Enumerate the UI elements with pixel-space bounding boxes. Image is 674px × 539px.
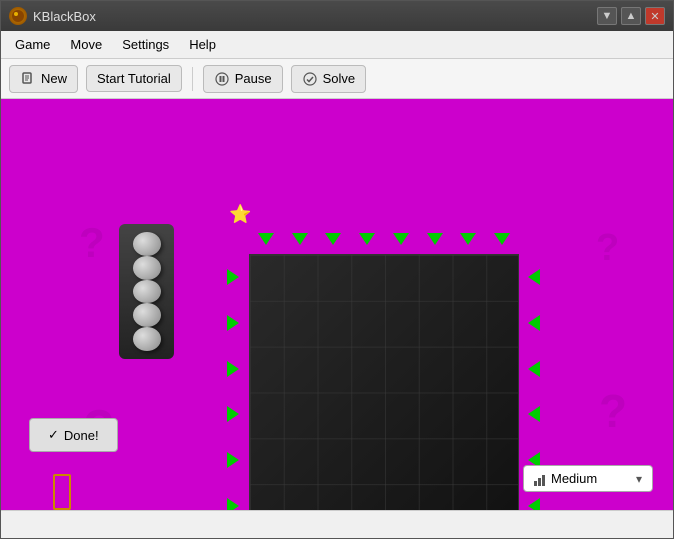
start-tutorial-button[interactable]: Start Tutorial xyxy=(86,65,182,92)
toolbar: New Start Tutorial Pause Sol xyxy=(1,59,673,99)
ball-2 xyxy=(133,256,161,280)
ball-3 xyxy=(133,280,161,304)
window-title: KBlackBox xyxy=(33,9,96,24)
arrow-right-6[interactable] xyxy=(528,498,540,510)
decoration-qmark-5: ? xyxy=(606,509,638,510)
minimize-button[interactable]: ▼ xyxy=(597,7,617,25)
arrow-top-6[interactable] xyxy=(427,233,443,245)
arrow-right-3[interactable] xyxy=(528,361,540,377)
decoration-qmark-4: ? xyxy=(599,384,627,438)
done-button-label: Done! xyxy=(64,428,99,443)
arrow-left-1[interactable] xyxy=(227,269,239,285)
difficulty-selector[interactable]: Medium ▾ xyxy=(523,465,653,492)
ball-4 xyxy=(133,303,161,327)
solve-button[interactable]: Solve xyxy=(291,65,367,93)
menu-settings[interactable]: Settings xyxy=(112,33,179,56)
maximize-button[interactable]: ▲ xyxy=(621,7,641,25)
arrow-left-2[interactable] xyxy=(227,315,239,331)
game-board[interactable] xyxy=(249,254,519,510)
app-icon xyxy=(9,7,27,25)
ball-panel xyxy=(119,224,174,359)
arrow-right-1[interactable] xyxy=(528,269,540,285)
cursor-marker xyxy=(53,474,71,510)
done-check-icon: ✓ xyxy=(48,427,59,443)
titlebar: KBlackBox ▼ ▲ ✕ xyxy=(1,1,673,31)
menu-move[interactable]: Move xyxy=(60,33,112,56)
close-button[interactable]: ✕ xyxy=(645,7,665,25)
star-indicator: ⭐ xyxy=(229,204,251,225)
done-button[interactable]: ✓ Done! xyxy=(29,418,118,452)
menubar: Game Move Settings Help xyxy=(1,31,673,59)
arrow-top-7[interactable] xyxy=(460,233,476,245)
new-icon xyxy=(20,71,36,87)
arrow-left-4[interactable] xyxy=(227,406,239,422)
arrow-top-4[interactable] xyxy=(359,233,375,245)
start-tutorial-label: Start Tutorial xyxy=(97,71,171,86)
new-button[interactable]: New xyxy=(9,65,78,93)
arrow-top-3[interactable] xyxy=(325,233,341,245)
arrow-top-1[interactable] xyxy=(258,233,274,245)
ball-5 xyxy=(133,327,161,351)
ball-1 xyxy=(133,232,161,256)
arrow-right-4[interactable] xyxy=(528,406,540,422)
decoration-qmark-3: ? xyxy=(596,227,619,270)
arrow-right-2[interactable] xyxy=(528,315,540,331)
new-button-label: New xyxy=(41,71,67,86)
dropdown-arrow-icon: ▾ xyxy=(636,472,642,486)
menu-game[interactable]: Game xyxy=(5,33,60,56)
difficulty-value-display: Medium xyxy=(534,471,597,486)
difficulty-current: Medium xyxy=(551,471,597,486)
solve-icon xyxy=(302,71,318,87)
arrow-left-3[interactable] xyxy=(227,361,239,377)
solve-button-label: Solve xyxy=(323,71,356,86)
pause-button[interactable]: Pause xyxy=(203,65,283,93)
pause-button-label: Pause xyxy=(235,71,272,86)
difficulty-dropdown[interactable]: Medium ▾ xyxy=(523,465,653,492)
arrow-top-5[interactable] xyxy=(393,233,409,245)
main-window: KBlackBox ▼ ▲ ✕ Game Move Settings Help … xyxy=(0,0,674,539)
decoration-qmark-1: ? xyxy=(79,219,105,267)
arrows-top xyxy=(249,229,519,249)
toolbar-separator-1 xyxy=(192,67,193,91)
arrow-top-8[interactable] xyxy=(494,233,510,245)
pause-icon xyxy=(214,71,230,87)
arrow-left-6[interactable] xyxy=(227,498,239,510)
arrows-left xyxy=(221,254,245,510)
difficulty-bar-icon xyxy=(534,472,545,486)
titlebar-controls: ▼ ▲ ✕ xyxy=(597,7,665,25)
game-area: ? ? ? ? ? ⭐ xyxy=(1,99,673,510)
titlebar-left: KBlackBox xyxy=(9,7,96,25)
menu-help[interactable]: Help xyxy=(179,33,226,56)
arrow-top-2[interactable] xyxy=(292,233,308,245)
arrow-left-5[interactable] xyxy=(227,452,239,468)
statusbar xyxy=(1,510,673,538)
